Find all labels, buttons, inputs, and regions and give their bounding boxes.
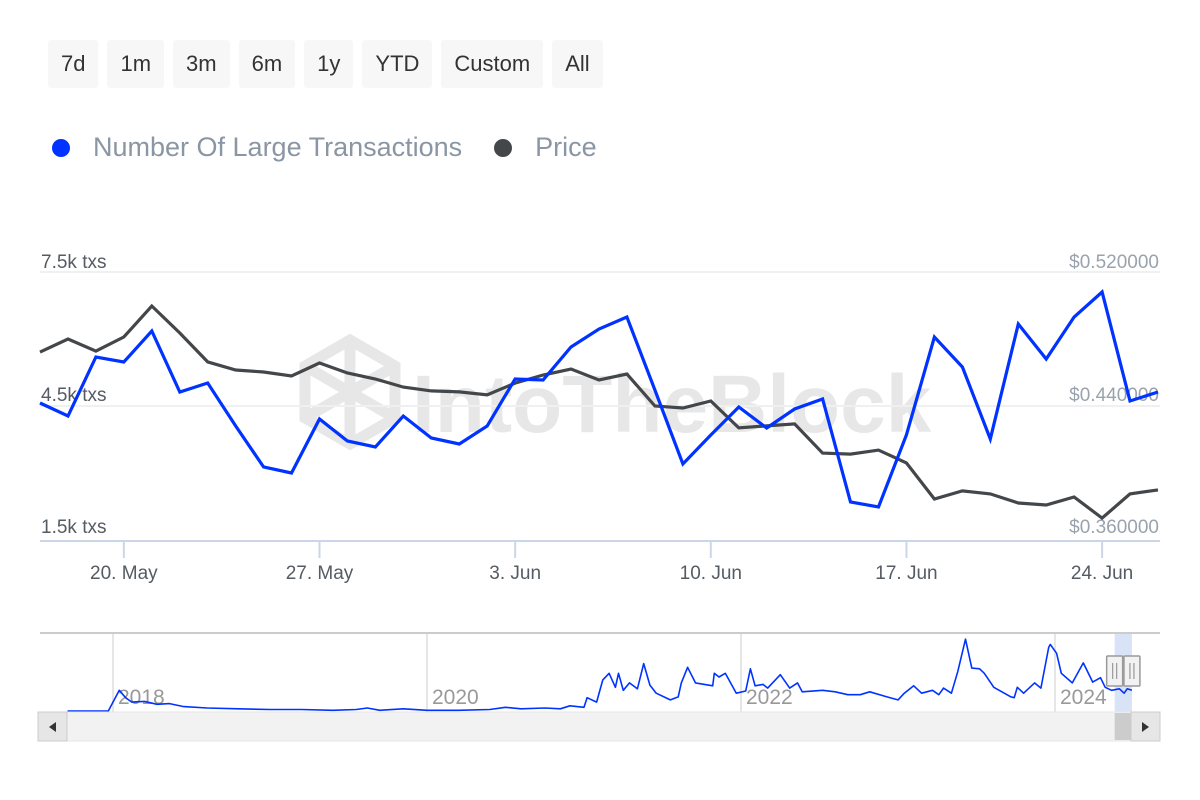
y-axis-left: 7.5k txs 4.5k txs 1.5k txs (41, 252, 106, 538)
x-tick-label: 3. Jun (489, 563, 541, 584)
x-tick-label: 17. Jun (875, 563, 937, 584)
y-left-tick-label: 7.5k txs (41, 252, 106, 273)
navigator-handle-left[interactable] (1105, 655, 1124, 687)
watermark-logo-icon (299, 333, 401, 451)
x-tick-label: 27. May (286, 563, 354, 584)
x-tick-label: 24. Jun (1071, 563, 1133, 584)
navigator-year-label: 2020 (432, 686, 479, 709)
watermark: IntoTheBlock (299, 333, 932, 451)
navigator-year-label: 2024 (1060, 686, 1107, 709)
scrollbar-track[interactable] (37, 711, 1161, 742)
scrollbar-thumb[interactable] (1114, 713, 1132, 740)
y-left-tick-label: 1.5k txs (41, 517, 106, 538)
navigator: 2018 2020 2022 2024 (40, 632, 1160, 712)
chart-area: IntoTheBlock 7.5k txs 4.5k txs 1.5k txs … (37, 252, 1161, 742)
navigator-year-label: 2022 (746, 686, 793, 709)
y-right-tick-label: $0.360000 (1069, 517, 1159, 538)
navigator-handles (1105, 655, 1141, 687)
scroll-right-button[interactable] (1130, 711, 1161, 742)
y-right-tick-label: $0.520000 (1069, 252, 1159, 273)
scrollbar[interactable] (37, 711, 1161, 742)
x-tick-label: 10. Jun (680, 563, 742, 584)
navigator-series-line (67, 638, 1133, 712)
scroll-left-button[interactable] (37, 711, 68, 742)
navigator-handle-right[interactable] (1123, 655, 1141, 687)
x-axis: 20. May 27. May 3. Jun 10. Jun 17. Jun 24. Ju… (90, 541, 1133, 584)
x-tick-label: 20. May (90, 563, 158, 584)
